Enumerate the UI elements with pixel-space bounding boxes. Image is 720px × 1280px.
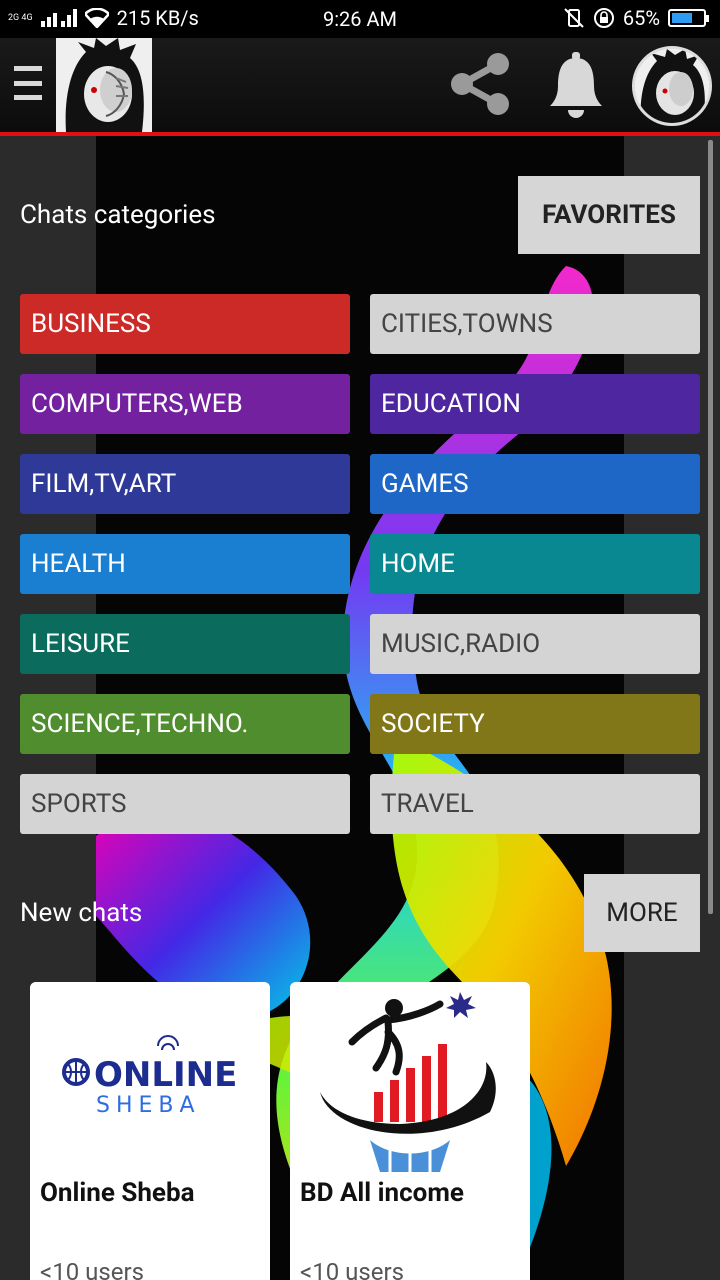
chat-card-name: Online Sheba	[40, 1178, 195, 1208]
bell-icon[interactable]	[546, 50, 606, 120]
chat-card-users: <10 users	[40, 1258, 144, 1280]
app-bar-divider	[0, 132, 720, 136]
category-button-music-radio[interactable]: MUSIC,RADIO	[370, 614, 700, 674]
chat-card-name: BD All income	[300, 1178, 464, 1208]
status-bar: 2G 4G 215 KB/s 9:26 AM 65%	[0, 0, 720, 38]
category-button-leisure[interactable]: LEISURE	[20, 614, 350, 674]
app-screen: 2G 4G 215 KB/s 9:26 AM 65% Chats categor…	[0, 0, 720, 1280]
chat-card-image: ONLINE SHEBA	[30, 982, 270, 1172]
category-button-film-tv-art[interactable]: FILM,TV,ART	[20, 454, 350, 514]
chat-card[interactable]: ONLINE SHEBA Online Sheba <10 users	[30, 982, 270, 1280]
logo-text-online: ONLINE	[94, 1055, 237, 1095]
category-button-sports[interactable]: SPORTS	[20, 774, 350, 834]
category-button-home[interactable]: HOME	[370, 534, 700, 594]
status-time: 9:26 AM	[322, 7, 398, 31]
chat-card-image	[290, 982, 530, 1172]
app-logo[interactable]	[56, 38, 152, 132]
category-button-education[interactable]: EDUCATION	[370, 374, 700, 434]
battery-percent: 65%	[622, 6, 660, 30]
category-button-computers-web[interactable]: COMPUTERS,WEB	[20, 374, 350, 434]
category-button-business[interactable]: BUSINESS	[20, 294, 350, 354]
hamburger-icon[interactable]	[14, 66, 42, 100]
logo-text-sheba: SHEBA	[96, 1093, 201, 1118]
more-button[interactable]: MORE	[584, 874, 700, 952]
categories-title: Chats categories	[20, 200, 216, 230]
category-button-games[interactable]: GAMES	[370, 454, 700, 514]
app-bar	[0, 38, 720, 132]
user-avatar[interactable]	[632, 46, 712, 126]
new-chats-title: New chats	[20, 898, 143, 928]
vibrate-off-icon	[564, 8, 584, 28]
chat-card[interactable]: BD All income <10 users	[290, 982, 530, 1280]
scrollbar[interactable]	[708, 140, 713, 914]
category-button-cities-towns[interactable]: CITIES,TOWNS	[370, 294, 700, 354]
share-icon[interactable]	[444, 48, 516, 120]
favorites-button[interactable]: FAVORITES	[518, 176, 700, 254]
rotation-lock-icon	[593, 8, 614, 28]
battery-icon	[668, 9, 709, 27]
battery-fill	[672, 13, 692, 23]
chat-card-users: <10 users	[300, 1258, 404, 1280]
category-button-travel[interactable]: TRAVEL	[370, 774, 700, 834]
category-button-health[interactable]: HEALTH	[20, 534, 350, 594]
category-button-society[interactable]: SOCIETY	[370, 694, 700, 754]
category-button-science-techno[interactable]: SCIENCE,TECHNO.	[20, 694, 350, 754]
